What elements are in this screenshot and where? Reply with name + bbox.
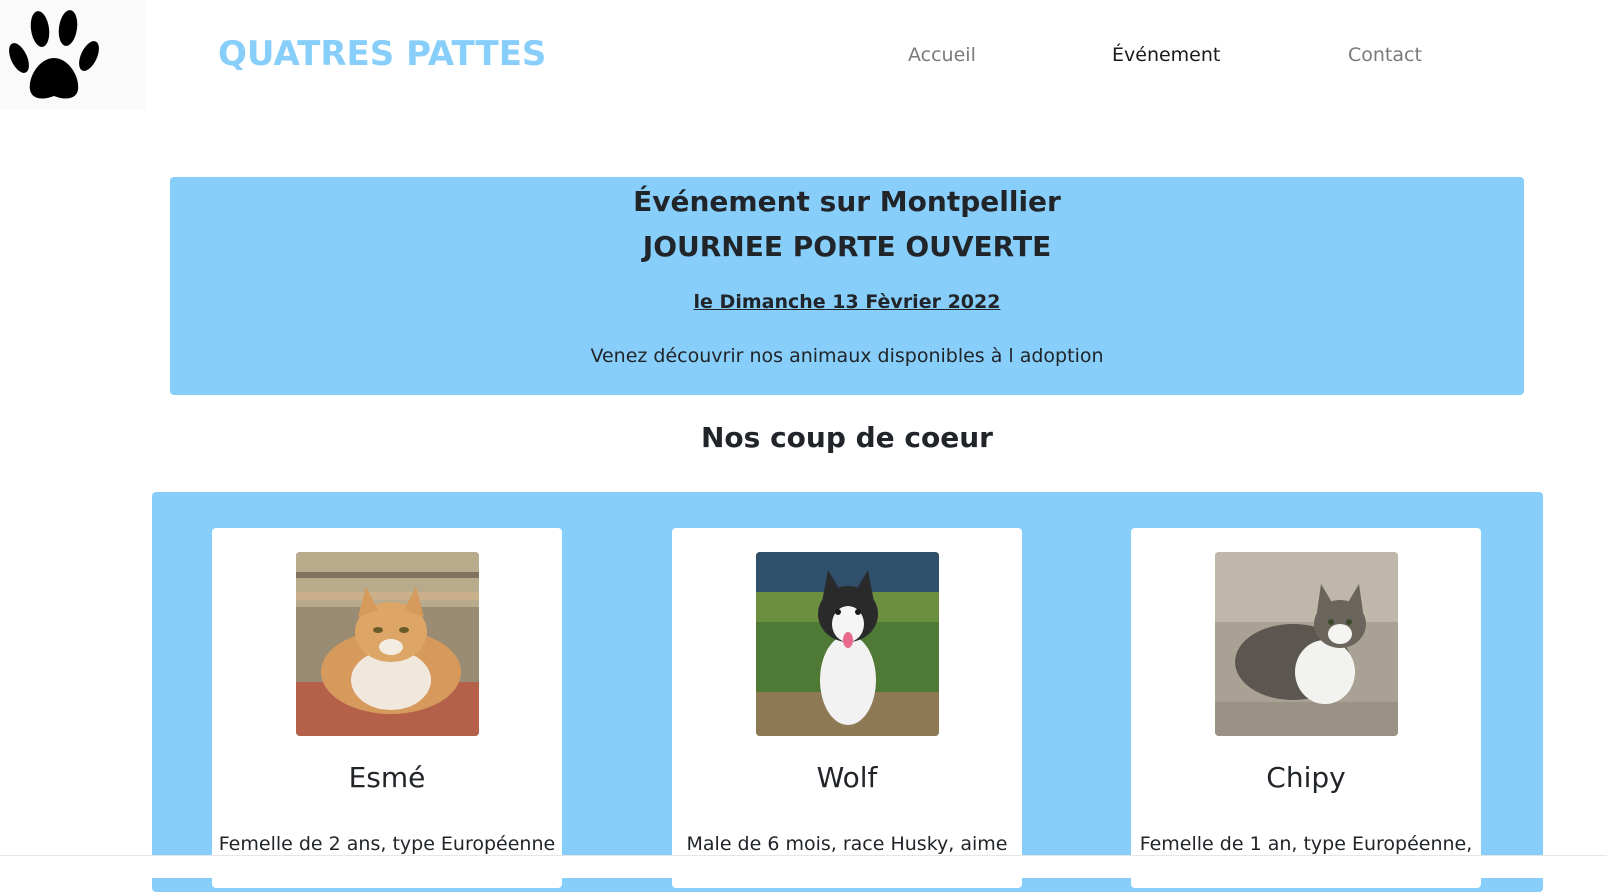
pet-card-esme[interactable]: Esmé Femelle de 2 ans, type Européenne	[212, 528, 562, 888]
favorites-cards-panel: Esmé Femelle de 2 ans, type Européenne W…	[152, 492, 1543, 892]
paw-print-icon[interactable]	[0, 0, 145, 110]
nav-link-contact[interactable]: Contact	[1348, 44, 1422, 66]
event-subtitle: JOURNEE PORTE OUVERTE	[642, 230, 1052, 263]
pet-description: Femelle de 2 ans, type Européenne	[218, 833, 556, 855]
event-title: Événement sur Montpellier	[633, 185, 1061, 218]
pet-card-chipy[interactable]: Chipy Femelle de 1 an, type Européenne,	[1131, 528, 1481, 888]
pet-name: Chipy	[1266, 761, 1346, 794]
orange-white-cat-photo	[296, 552, 479, 736]
brand-title[interactable]: QUATRES PATTES	[218, 34, 546, 74]
event-description: Venez découvrir nos animaux disponibles …	[590, 345, 1104, 367]
viewport-bottom-edge	[0, 855, 1607, 878]
nav-link-accueil[interactable]: Accueil	[908, 44, 976, 66]
pet-name: Esmé	[348, 761, 426, 794]
pet-description: Femelle de 1 an, type Européenne,	[1139, 833, 1473, 855]
grey-white-cat-photo	[1215, 552, 1398, 736]
husky-puppy-photo	[756, 552, 939, 736]
nav-link-evenement[interactable]: Événement	[1112, 44, 1220, 66]
event-banner: Événement sur Montpellier JOURNEE PORTE …	[170, 177, 1524, 395]
pet-card-wolf[interactable]: Wolf Male de 6 mois, race Husky, aime	[672, 528, 1022, 888]
site-header: QUATRES PATTES Accueil Événement Contact	[0, 0, 1607, 112]
pet-description: Male de 6 mois, race Husky, aime	[686, 833, 1008, 855]
pet-name: Wolf	[816, 761, 878, 794]
favorites-heading: Nos coup de coeur	[701, 421, 993, 454]
event-date: le Dimanche 13 Fèvrier 2022	[693, 291, 1001, 313]
